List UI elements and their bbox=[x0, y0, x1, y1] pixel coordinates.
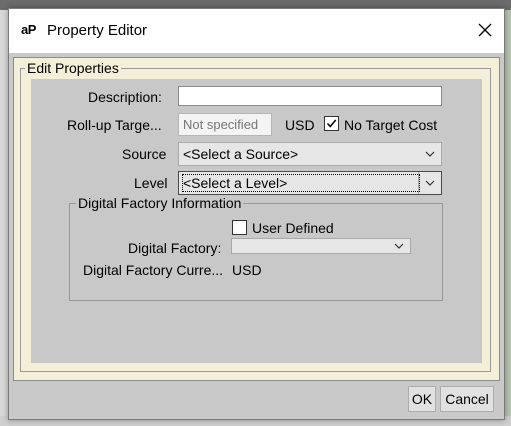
close-icon bbox=[478, 23, 492, 37]
chevron-down-icon bbox=[418, 172, 441, 194]
digital-factory-group: Digital Factory Information User Defined… bbox=[69, 195, 443, 301]
ok-button[interactable]: OK bbox=[408, 386, 436, 412]
digital-factory-label: Digital Factory: bbox=[128, 240, 222, 256]
user-defined-checkbox[interactable] bbox=[232, 220, 247, 235]
chevron-down-icon bbox=[388, 239, 410, 253]
no-target-cost-checkbox[interactable] bbox=[324, 116, 339, 131]
check-icon bbox=[326, 119, 337, 128]
description-label: Description: bbox=[88, 89, 162, 105]
description-input[interactable] bbox=[178, 86, 442, 106]
outer-frame: Edit Properties Description: Roll-up Tar… bbox=[13, 57, 500, 381]
title-bar[interactable]: aP Property Editor bbox=[9, 9, 504, 53]
rollup-currency: USD bbox=[285, 117, 315, 133]
properties-panel: Description: Roll-up Targe... USD No Tar… bbox=[31, 79, 482, 363]
rollup-target-label: Roll-up Targe... bbox=[67, 117, 162, 133]
rollup-target-input[interactable] bbox=[178, 113, 272, 136]
source-select[interactable]: <Select a Source> bbox=[178, 142, 442, 166]
chevron-down-icon bbox=[419, 143, 441, 165]
user-defined-label: User Defined bbox=[252, 220, 334, 236]
window-title: Property Editor bbox=[47, 22, 148, 39]
source-select-value: <Select a Source> bbox=[183, 146, 299, 162]
edit-properties-group: Edit Properties Description: Roll-up Tar… bbox=[20, 60, 491, 372]
digital-factory-select[interactable] bbox=[231, 238, 411, 254]
edit-properties-legend: Edit Properties bbox=[25, 60, 121, 76]
property-editor-dialog: aP Property Editor Edit Properties Descr… bbox=[8, 8, 505, 420]
dialog-content: Edit Properties Description: Roll-up Tar… bbox=[9, 53, 504, 419]
source-label: Source bbox=[122, 146, 167, 162]
digital-factory-currency-value: USD bbox=[232, 262, 262, 278]
cancel-button[interactable]: Cancel bbox=[440, 386, 494, 412]
digital-factory-legend: Digital Factory Information bbox=[76, 195, 244, 211]
close-button[interactable] bbox=[469, 15, 501, 45]
no-target-cost-label: No Target Cost bbox=[344, 117, 438, 133]
app-logo: aP bbox=[21, 22, 36, 37]
level-select-value: <Select a Level> bbox=[182, 174, 420, 192]
level-select[interactable]: <Select a Level> bbox=[178, 171, 442, 195]
digital-factory-currency-label: Digital Factory Curre... bbox=[83, 262, 224, 278]
level-label: Level bbox=[134, 175, 168, 191]
